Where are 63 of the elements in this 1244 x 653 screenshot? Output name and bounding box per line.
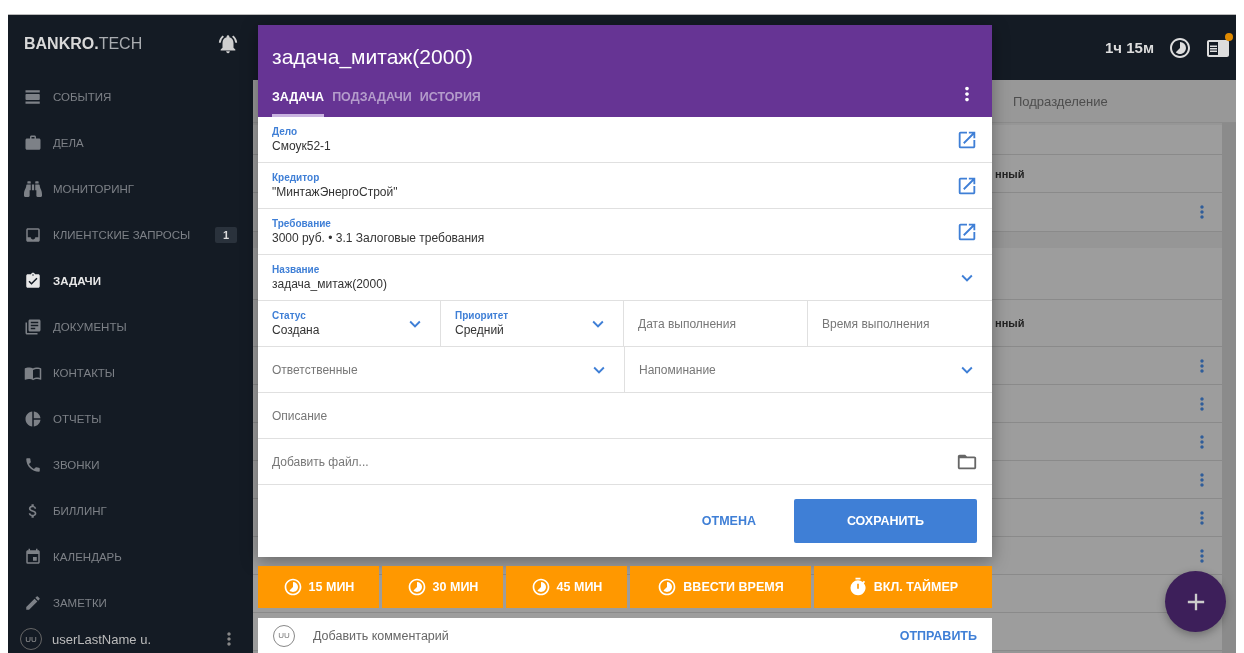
time-field[interactable]: Время выполнения (822, 316, 978, 331)
sidebar-item[interactable]: ОТЧЕТЫ (8, 395, 253, 442)
field-value: Смоук52-1 (272, 139, 332, 153)
binoculars-icon (24, 179, 42, 198)
send-button[interactable]: ОТПРАВИТЬ (899, 628, 977, 643)
dialog-title: задача_митаж(2000) (272, 44, 475, 69)
field-label: Требование (272, 218, 332, 229)
sidebar-item[interactable]: МОНИТОРИНГ (8, 165, 253, 212)
sidebar-item[interactable]: БИЛЛИНГ (8, 487, 253, 534)
field-label: Дело (272, 126, 299, 137)
clock-icon (530, 577, 551, 597)
clock-icon (406, 577, 427, 597)
date-field[interactable]: Дата выполнения (638, 316, 793, 331)
clock-icon[interactable] (1168, 35, 1192, 60)
field-value: Средний (455, 323, 505, 337)
tab[interactable]: ПОДЗАДАЧИ (332, 90, 412, 117)
field-label: Кредитор (272, 172, 321, 183)
field-label: Статус (272, 310, 307, 321)
cancel-button[interactable]: ОТМЕНА (701, 506, 756, 536)
pie-chart-icon (24, 409, 42, 428)
clipboard-check-icon (24, 271, 42, 290)
sidebar-item[interactable]: КОНТАКТЫ (8, 349, 253, 396)
user-name: userLastName u. (52, 631, 152, 647)
cell-text: нный (995, 167, 1025, 180)
file-field[interactable]: Добавить файл... (272, 454, 956, 469)
cell-text: нный (995, 317, 1025, 329)
column-header: Подразделение (1013, 93, 1108, 109)
timer-text: 1ч 15м (1105, 39, 1154, 56)
tab[interactable]: ЗАДАЧА (272, 90, 325, 117)
pencil-icon (24, 593, 42, 612)
panel-icon[interactable] (1206, 35, 1230, 60)
clock-icon (282, 577, 303, 597)
save-button[interactable]: СОХРАНИТЬ (794, 499, 977, 543)
logo: BANKRO.TECH (24, 35, 143, 54)
field-label: Приоритет (455, 310, 510, 321)
sidebar-item[interactable]: ЗАДАЧИ (8, 257, 253, 304)
tab[interactable]: ИСТОРИЯ (419, 90, 481, 117)
description-field[interactable]: Описание (272, 408, 978, 423)
bell-icon[interactable] (217, 33, 239, 56)
sidebar-item[interactable]: КАЛЕНДАРЬ (8, 533, 253, 580)
documents-icon (24, 317, 42, 336)
sidebar-item[interactable]: СОБЫТИЯ (8, 73, 253, 120)
field-value: 3000 руб. • 3.1 Залоговые требования (272, 231, 486, 245)
briefcase-icon (24, 133, 42, 152)
phone-icon (24, 455, 42, 474)
field-value: Создана (272, 323, 321, 337)
sidebar-item[interactable]: ЗВОНКИ (8, 441, 253, 488)
sidebar-item[interactable]: КЛИЕНТСКИЕ ЗАПРОСЫ 1 (8, 211, 253, 258)
sidebar-item[interactable]: ДОКУМЕНТЫ (8, 303, 253, 350)
inbox-icon (24, 225, 42, 244)
count-badge: 1 (214, 226, 237, 243)
events-icon (24, 87, 42, 106)
sidebar-item[interactable]: ЗАМЕТКИ (8, 579, 253, 626)
sidebar-item[interactable]: ДЕЛА (8, 119, 253, 166)
reminder-field[interactable]: Напоминание (639, 362, 956, 377)
field-label: Название (272, 264, 321, 275)
responsible-field[interactable]: Ответственные (272, 362, 588, 377)
calendar-icon (24, 547, 42, 566)
field-value: "МинтажЭнергоСтрой" (272, 185, 399, 199)
field-value: задача_митаж(2000) (272, 277, 388, 291)
comment-bar[interactable]: UU Добавить комментарий ОТПРАВИТЬ (258, 618, 992, 653)
clock-icon (657, 577, 678, 597)
scrollbar[interactable] (1222, 123, 1236, 653)
